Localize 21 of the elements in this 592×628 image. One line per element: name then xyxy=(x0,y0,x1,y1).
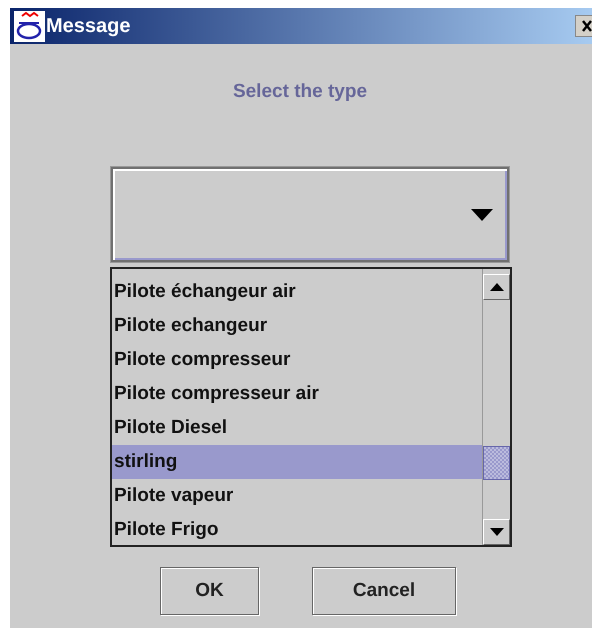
app-icon xyxy=(14,10,45,42)
cancel-button[interactable]: Cancel xyxy=(312,567,456,615)
list-item[interactable]: Pilote vapeur xyxy=(112,479,482,513)
list-item[interactable]: Pilote echangeur xyxy=(112,309,482,343)
list-item[interactable]: stirling xyxy=(112,445,482,479)
scroll-up-button[interactable] xyxy=(483,274,510,300)
down-arrow-icon xyxy=(490,528,504,536)
list-item[interactable]: Pilote échangeur air xyxy=(112,275,482,309)
close-icon[interactable] xyxy=(575,15,592,37)
ok-button[interactable]: OK xyxy=(160,567,259,615)
prompt-label: Select the type xyxy=(232,81,368,103)
up-arrow-icon xyxy=(490,283,504,291)
dropdown-arrow-icon xyxy=(471,208,493,220)
type-dropdown[interactable] xyxy=(111,167,509,262)
list-item[interactable]: Pilote compresseur xyxy=(112,343,482,377)
list-item[interactable]: Pilote Diesel xyxy=(112,411,482,445)
list-item[interactable]: Pilote Frigo xyxy=(112,513,482,545)
window-title: Message xyxy=(46,14,130,38)
scroll-down-button[interactable] xyxy=(483,519,510,545)
scrollbar-thumb[interactable] xyxy=(483,446,510,480)
list-item[interactable]: Pilote compresseur air xyxy=(112,377,482,411)
